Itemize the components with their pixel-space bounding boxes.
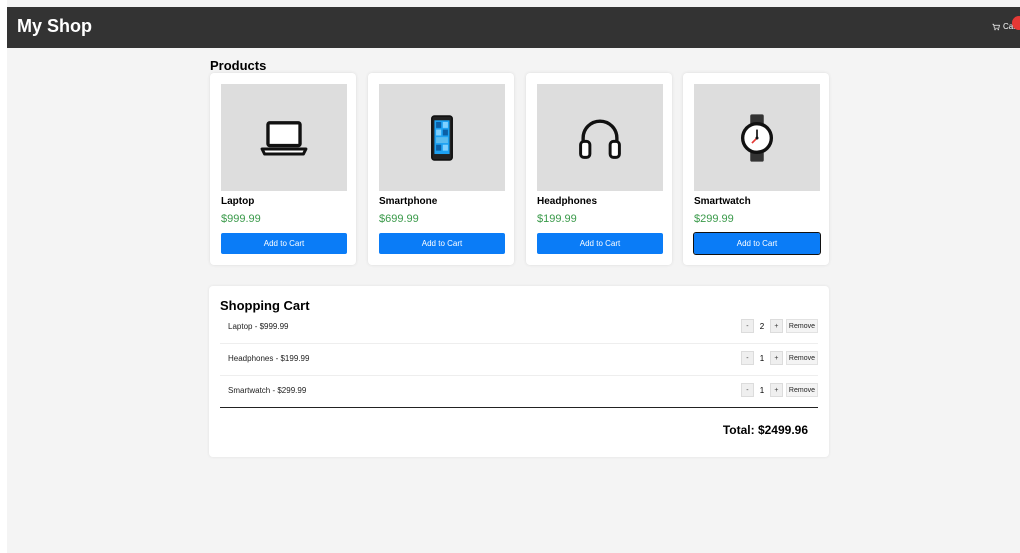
product-card-smartwatch: Smartwatch $299.99 Add to Cart — [683, 73, 829, 265]
product-card-smartphone: Smartphone $699.99 Add to Cart — [368, 73, 514, 265]
product-name: Smartphone — [379, 196, 438, 207]
increase-qty-button[interactable]: + — [769, 351, 783, 365]
cart-count-badge — [1012, 16, 1020, 30]
products-heading: Products — [210, 58, 267, 73]
headphones-icon — [579, 118, 621, 159]
cart-heading: Shopping Cart — [220, 298, 310, 313]
quantity-value: 2 — [759, 321, 765, 331]
product-image — [379, 84, 505, 191]
product-price: $699.99 — [379, 213, 419, 225]
smartwatch-icon — [740, 113, 774, 162]
product-card-laptop: Laptop $999.99 Add to Cart — [210, 73, 356, 265]
cart-item-label: Laptop - $999.99 — [228, 322, 289, 331]
remove-button[interactable]: Remove — [785, 351, 818, 365]
add-to-cart-button[interactable]: Add to Cart — [221, 233, 347, 254]
product-card-headphones: Headphones $199.99 Add to Cart — [526, 73, 672, 265]
increase-qty-button[interactable]: + — [769, 319, 783, 333]
cart-row-laptop: Laptop - $999.99 - 2 + Remove — [220, 312, 818, 344]
cart-row-headphones: Headphones - $199.99 - 1 + Remove — [220, 344, 818, 376]
decrease-qty-button[interactable]: - — [740, 319, 754, 333]
product-price: $199.99 — [537, 213, 577, 225]
remove-button[interactable]: Remove — [785, 383, 818, 397]
shop-brand[interactable]: My Shop — [17, 16, 92, 37]
product-image — [537, 84, 663, 191]
product-price: $999.99 — [221, 213, 261, 225]
top-bar: My Shop Cart — [7, 7, 1020, 48]
cart-icon — [992, 23, 1000, 30]
quantity-controls: - 2 + Remove — [740, 319, 818, 333]
laptop-icon — [260, 120, 308, 156]
quantity-controls: - 1 + Remove — [740, 383, 818, 397]
quantity-value: 1 — [759, 353, 765, 363]
decrease-qty-button[interactable]: - — [740, 383, 754, 397]
cart-item-label: Smartwatch - $299.99 — [228, 386, 307, 395]
decrease-qty-button[interactable]: - — [740, 351, 754, 365]
quantity-controls: - 1 + Remove — [740, 351, 818, 365]
remove-button[interactable]: Remove — [785, 319, 818, 333]
product-image — [221, 84, 347, 191]
product-name: Smartwatch — [694, 196, 751, 207]
add-to-cart-button[interactable]: Add to Cart — [537, 233, 663, 254]
smartphone-icon — [431, 114, 453, 161]
quantity-value: 1 — [759, 385, 765, 395]
cart-total: Total: $2499.96 — [722, 423, 808, 437]
product-price: $299.99 — [694, 213, 734, 225]
app-frame: My Shop Cart Products Laptop $999.99 Add… — [7, 0, 1020, 553]
add-to-cart-button[interactable]: Add to Cart — [379, 233, 505, 254]
add-to-cart-button[interactable]: Add to Cart — [693, 232, 821, 255]
product-image — [694, 84, 820, 191]
cart-row-smartwatch: Smartwatch - $299.99 - 1 + Remove — [220, 376, 818, 408]
cart-item-label: Headphones - $199.99 — [228, 354, 310, 363]
product-name: Headphones — [537, 196, 598, 207]
shopping-cart-panel: Shopping Cart Laptop - $999.99 - 2 + Rem… — [209, 286, 829, 457]
product-name: Laptop — [221, 196, 255, 207]
increase-qty-button[interactable]: + — [769, 383, 783, 397]
